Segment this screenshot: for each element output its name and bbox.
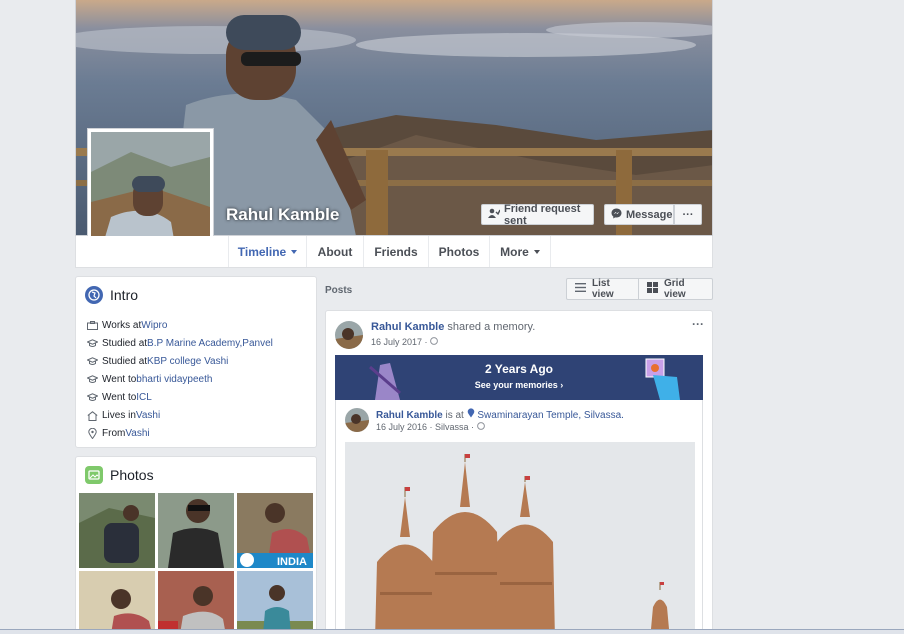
location-pin-icon (467, 408, 475, 421)
post-meta: 16 July 2017 · (371, 337, 438, 347)
briefcase-icon (86, 320, 98, 331)
intro-title: Intro (110, 287, 139, 303)
avatar[interactable] (345, 408, 369, 432)
graduation-cap-icon (86, 338, 98, 349)
tab-label: Photos (438, 244, 480, 259)
intro-link[interactable]: ICL (136, 392, 152, 403)
post-action: shared a memory. (444, 321, 536, 333)
memory-banner[interactable]: 2 Years Ago See your memories › (335, 355, 703, 400)
more-options-button[interactable]: ··· (674, 204, 702, 225)
intro-text: From (102, 428, 126, 439)
memory-title: 2 Years Ago (484, 362, 554, 376)
messenger-icon (611, 208, 622, 222)
chevron-down-icon (291, 249, 298, 254)
india-badge-text: INDIA (277, 556, 307, 568)
graduation-cap-icon (86, 392, 98, 403)
location-pin-icon (86, 428, 98, 439)
message-label: Message (626, 208, 673, 221)
photo-thumbnail[interactable]: INDIA (237, 493, 313, 568)
intro-link[interactable]: Wipro (141, 320, 167, 331)
intro-text: Studied at (102, 338, 148, 349)
tab-more[interactable]: More (489, 236, 551, 267)
grid-view-button[interactable]: Grid view (638, 278, 713, 300)
intro-card: Intro Works at Wipro Studied at B.P Mari… (75, 276, 317, 448)
profile-name[interactable]: Rahul Kamble (226, 205, 339, 225)
list-icon (575, 283, 586, 295)
post-header: Rahul Kamble shared a memory. (371, 321, 535, 333)
intro-item-study: Went to bharti vidaypeeth (86, 374, 212, 385)
message-button[interactable]: Message (604, 204, 674, 225)
place-link[interactable]: Swaminarayan Temple, Silvassa. (477, 410, 624, 421)
shared-post-meta: 16 July 2016 · Silvassa · (376, 422, 485, 432)
friend-request-sent-button[interactable]: Friend request sent (481, 202, 594, 227)
public-globe-icon (430, 337, 438, 347)
photo-thumbnail[interactable] (158, 571, 234, 634)
photos-title: Photos (110, 467, 154, 483)
list-view-button[interactable]: List view (566, 278, 639, 300)
intro-item-work: Works at Wipro (86, 320, 167, 331)
tab-friends[interactable]: Friends (363, 236, 428, 267)
taskbar (0, 629, 904, 634)
photo-thumbnail[interactable] (79, 493, 155, 568)
tab-about[interactable]: About (306, 236, 363, 267)
intro-link[interactable]: B.P Marine Academy,Panvel (147, 338, 273, 349)
tab-label: More (500, 244, 529, 259)
home-icon (86, 410, 98, 421)
intro-link[interactable]: Vashi (125, 428, 149, 439)
intro-text: Studied at (102, 356, 148, 367)
intro-text: Went to (102, 392, 137, 403)
intro-item-study: Went to ICL (86, 392, 152, 403)
intro-item-lives: Lives in Vashi (86, 410, 160, 421)
intro-text: Lives in (102, 410, 136, 421)
graduation-cap-icon (86, 356, 98, 367)
intro-item-study: Studied at KBP college Vashi (86, 356, 228, 367)
photo-thumbnail[interactable] (158, 493, 234, 568)
intro-link[interactable]: bharti vidaypeeth (136, 374, 212, 385)
posts-label: Posts (325, 285, 353, 296)
shared-post: Rahul Kamble is at Swaminarayan Temple, … (335, 400, 703, 634)
is-at-text: is at (442, 410, 467, 421)
shared-post-header: Rahul Kamble is at Swaminarayan Temple, … (376, 408, 624, 421)
intro-text: Went to (102, 374, 137, 385)
grid-view-label: Grid view (664, 278, 686, 300)
memory-post: Rahul Kamble shared a memory. 16 July 20… (325, 310, 713, 634)
ellipsis-icon: ··· (682, 208, 694, 221)
shared-post-author[interactable]: Rahul Kamble (376, 410, 443, 421)
post-options-button[interactable]: ··· (692, 317, 704, 331)
see-memories-link[interactable]: See your memories › (335, 380, 703, 390)
intro-link[interactable]: KBP college Vashi (147, 356, 228, 367)
post-date[interactable]: 16 July 2017 · (371, 337, 428, 347)
intro-item-from: From Vashi (86, 428, 150, 439)
photos-card: Photos INDIA (75, 456, 317, 634)
tab-label: Timeline (237, 244, 287, 259)
photo-thumbnail[interactable] (79, 571, 155, 634)
shared-post-date[interactable]: 16 July 2016 · Silvassa · (376, 422, 474, 432)
temple-photo[interactable] (345, 442, 695, 634)
grid-icon (647, 282, 658, 296)
globe-icon (85, 286, 103, 304)
person-check-icon (488, 208, 501, 221)
chevron-down-icon (533, 249, 540, 254)
intro-link[interactable]: Vashi (136, 410, 160, 421)
graduation-cap-icon (86, 374, 98, 385)
photos-icon (85, 466, 103, 484)
intro-item-study: Studied at B.P Marine Academy,Panvel (86, 338, 273, 349)
friend-request-label: Friend request sent (504, 202, 581, 227)
post-author[interactable]: Rahul Kamble (371, 321, 444, 333)
tab-timeline[interactable]: Timeline (228, 236, 306, 267)
list-view-label: List view (592, 278, 614, 300)
tab-photos[interactable]: Photos (428, 236, 489, 267)
public-globe-icon (476, 422, 485, 432)
photo-thumbnail[interactable] (237, 571, 313, 634)
tab-label: Friends (374, 244, 418, 259)
avatar[interactable] (335, 321, 363, 349)
intro-text: Works at (102, 320, 142, 331)
profile-nav: Timeline About Friends Photos More (75, 236, 713, 268)
tab-label: About (317, 244, 353, 259)
